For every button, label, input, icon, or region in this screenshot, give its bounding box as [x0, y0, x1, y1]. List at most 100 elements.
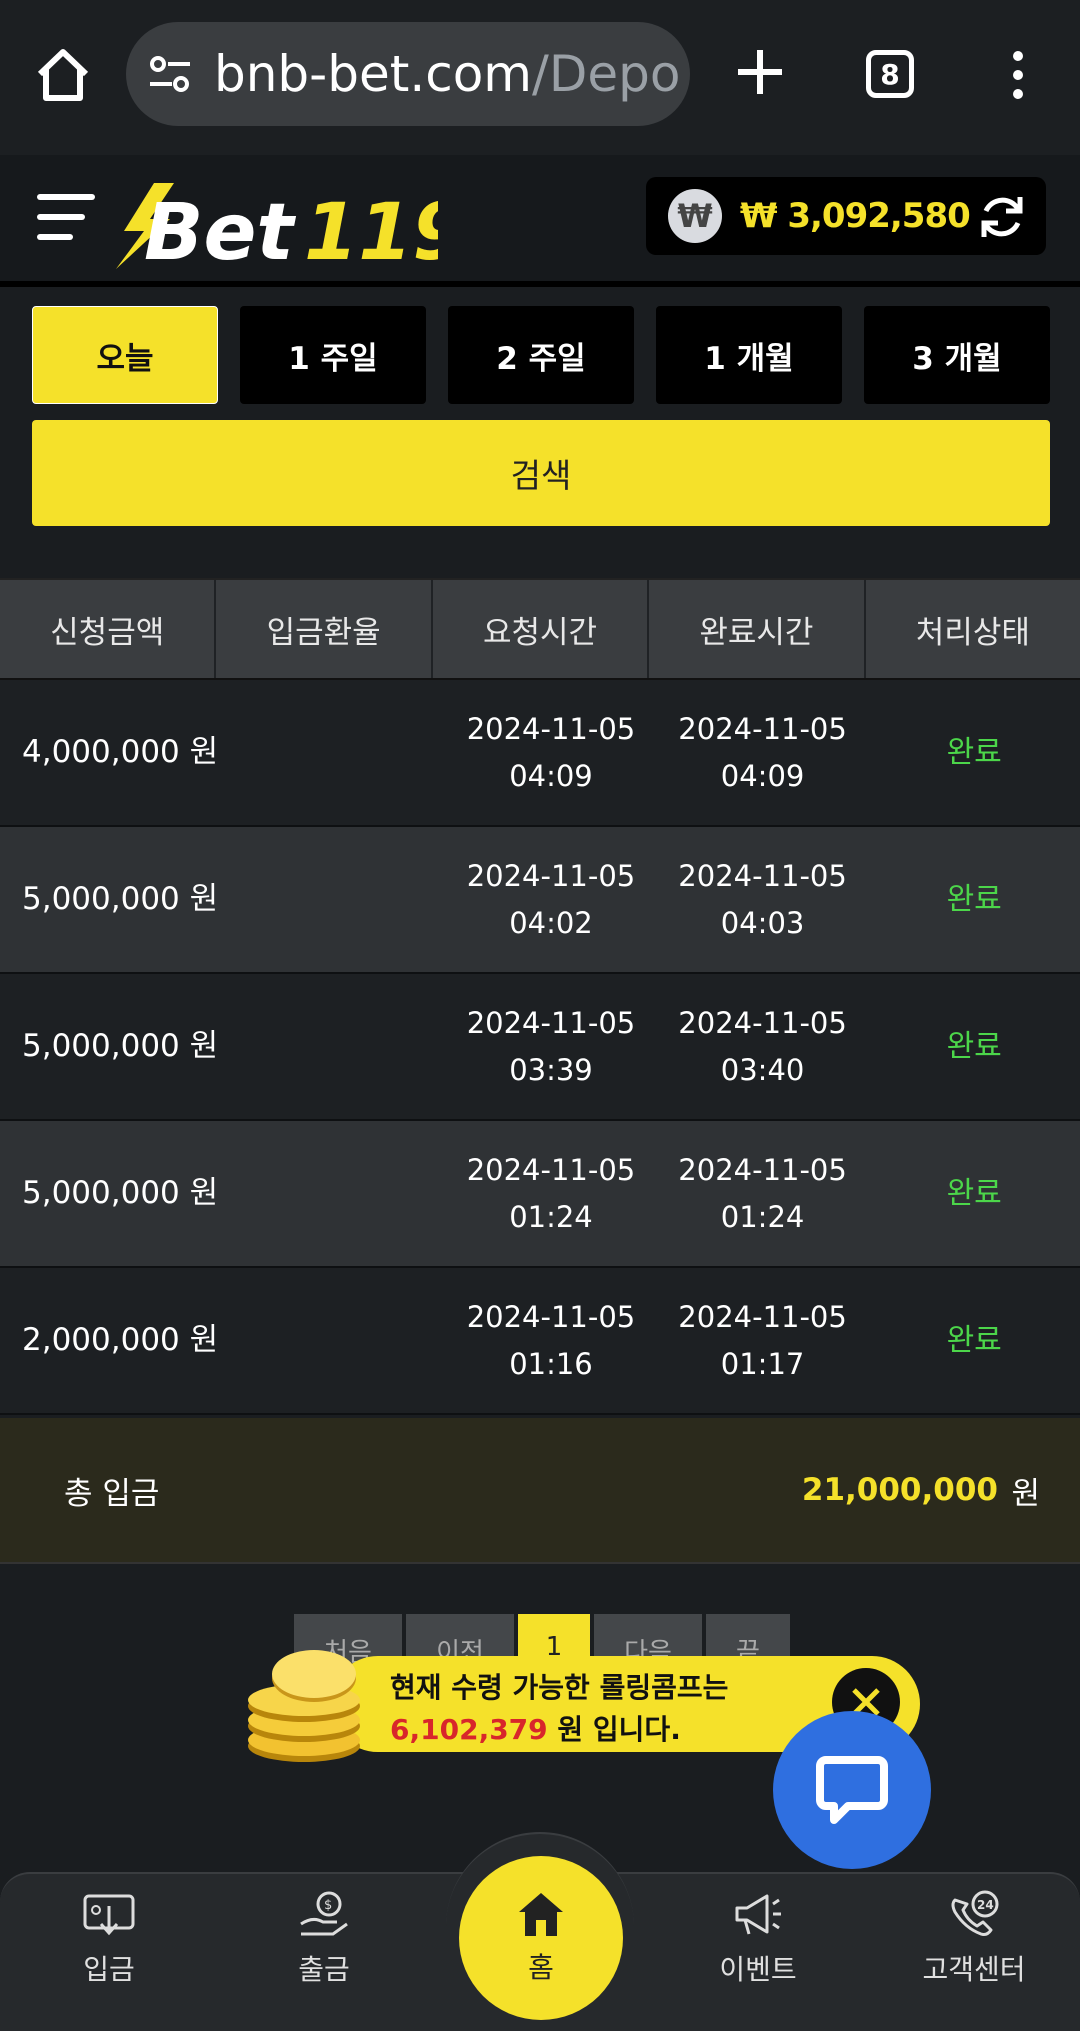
nav-withdraw-label: 출금: [298, 1953, 350, 1986]
hamburger-menu-icon[interactable]: [36, 189, 96, 245]
support-badge: 24: [977, 1898, 994, 1912]
notice-line-2: 6,102,379 원 입니다.: [390, 1708, 681, 1748]
table-row: 4,000,000 원 2024-11-05 04:09 2024-11-05 04…: [0, 680, 1080, 827]
complete-clock: 01:24: [720, 1199, 805, 1234]
withdraw-icon: $: [300, 1891, 348, 1936]
address-bar[interactable]: bnb-bet.com/Depo: [126, 22, 690, 126]
site-header: Bet 119 ₩ ₩ 3,092,580: [0, 155, 1080, 287]
new-tab-icon[interactable]: [734, 46, 786, 98]
request-date: 2024-11-05: [466, 1299, 636, 1334]
home-icon[interactable]: [34, 46, 92, 104]
nav-support-label: 고객센터: [922, 1953, 1026, 1986]
table-header: 신청금액 입금환율 요청시간 완료시간 처리상태: [0, 578, 1080, 680]
megaphone-icon: [735, 1894, 781, 1935]
table-row: 5,000,000 원 2024-11-05 01:24 2024-11-05 01…: [0, 1121, 1080, 1268]
complete-date: 2024-11-05: [678, 711, 847, 746]
request-time-cell: 2024-11-05 01:16: [445, 1268, 657, 1413]
live-chat-button[interactable]: [773, 1711, 931, 1869]
rate-cell: [234, 827, 446, 972]
home-icon: [519, 1893, 563, 1936]
more-options-icon[interactable]: [1005, 50, 1031, 100]
notice-amount: 6,102,379: [390, 1713, 548, 1746]
won-coin-icon: ₩: [668, 189, 722, 243]
request-time-cell: 2024-11-05 04:09: [445, 680, 657, 825]
complete-time-cell: 2024-11-05 01:24: [657, 1121, 869, 1266]
total-unit: 원: [1011, 1475, 1040, 1512]
period-tab-2-weeks[interactable]: 2 주일: [448, 306, 634, 404]
period-tab-today[interactable]: 오늘: [32, 306, 218, 404]
tab-switcher-button[interactable]: 8: [866, 50, 914, 98]
request-date: 2024-11-05: [466, 711, 636, 746]
complete-date: 2024-11-05: [678, 1005, 847, 1040]
svg-text:$: $: [324, 1898, 332, 1913]
rate-cell: [234, 974, 446, 1119]
nav-home[interactable]: 홈: [459, 1856, 623, 2020]
request-clock: 03:39: [509, 1052, 593, 1087]
nav-home-label: 홈: [528, 1951, 554, 1984]
nav-event[interactable]: 이벤트: [683, 1890, 833, 1988]
complete-clock: 04:09: [720, 758, 805, 793]
complete-date: 2024-11-05: [678, 1299, 847, 1334]
total-value: 21,000,000: [801, 1472, 998, 1508]
complete-date: 2024-11-05: [678, 1152, 847, 1187]
nav-withdraw[interactable]: $ 출금: [249, 1890, 399, 1988]
complete-clock: 03:40: [720, 1052, 805, 1087]
amount-cell: 5,000,000 원: [22, 1028, 219, 1064]
browser-toolbar: bnb-bet.com/Depo 8: [0, 0, 1080, 155]
site-settings-icon[interactable]: [148, 52, 192, 96]
request-time-cell: 2024-11-05 04:02: [445, 827, 657, 972]
request-time-cell: 2024-11-05 03:39: [445, 974, 657, 1119]
refresh-icon[interactable]: [976, 191, 1028, 243]
rate-cell: [234, 1121, 446, 1266]
svg-text:119: 119: [304, 188, 438, 278]
amount-cell: 2,000,000 원: [22, 1322, 219, 1358]
table-row: 5,000,000 원 2024-11-05 03:39 2024-11-05 03…: [0, 974, 1080, 1121]
request-clock: 01:24: [509, 1199, 593, 1234]
svg-text:Bet: Bet: [144, 188, 296, 278]
request-date: 2024-11-05: [466, 1152, 636, 1187]
table-row: 2,000,000 원 2024-11-05 01:16 2024-11-05 01…: [0, 1268, 1080, 1415]
support-24-icon: 24: [951, 1890, 999, 1936]
table-row: 5,000,000 원 2024-11-05 04:02 2024-11-05 04…: [0, 827, 1080, 974]
complete-time-cell: 2024-11-05 03:40: [657, 974, 869, 1119]
status-cell: 완료: [946, 1176, 1002, 1211]
site-logo[interactable]: Bet 119: [108, 169, 438, 279]
nav-support[interactable]: 24 고객센터: [899, 1890, 1049, 1988]
url-domain: bnb-bet.com: [214, 45, 532, 103]
search-button[interactable]: 검색: [32, 420, 1050, 526]
period-tab-3-months[interactable]: 3 개월: [864, 306, 1050, 404]
rate-cell: [234, 680, 446, 825]
column-header-request-time: 요청시간: [433, 580, 650, 678]
chat-bubble-icon: [816, 1756, 888, 1824]
request-clock: 01:16: [509, 1346, 593, 1381]
column-header-status: 처리상태: [915, 614, 1030, 651]
nav-event-label: 이벤트: [719, 1953, 797, 1986]
notice-line-1: 현재 수령 가능한 롤링콤프는: [390, 1671, 729, 1704]
gold-coins-icon: [248, 1650, 360, 1762]
rate-cell: [234, 1268, 446, 1413]
notice-suffix: 원 입니다.: [547, 1713, 681, 1746]
status-cell: 완료: [946, 735, 1002, 770]
request-time-cell: 2024-11-05 01:24: [445, 1121, 657, 1266]
complete-clock: 04:03: [720, 905, 805, 940]
column-header-rate: 입금환율: [216, 580, 433, 678]
nav-deposit[interactable]: 입금: [34, 1890, 184, 1988]
status-cell: 완료: [946, 1323, 1002, 1358]
complete-time-cell: 2024-11-05 04:03: [657, 827, 869, 972]
amount-cell: 5,000,000 원: [22, 881, 219, 917]
complete-time-cell: 2024-11-05 04:09: [657, 680, 869, 825]
period-tab-1-month[interactable]: 1 개월: [656, 306, 842, 404]
request-clock: 04:02: [509, 905, 593, 940]
amount-cell: 4,000,000 원: [22, 734, 219, 770]
total-deposit-row: 총 입금 21,000,000 원: [0, 1418, 1080, 1564]
amount-cell: 5,000,000 원: [22, 1175, 219, 1211]
balance-display: ₩ ₩ 3,092,580: [646, 177, 1046, 255]
status-cell: 완료: [946, 882, 1002, 917]
balance-amount: ₩ 3,092,580: [740, 196, 971, 236]
period-tab-1-week[interactable]: 1 주일: [240, 306, 426, 404]
column-header-amount: 신청금액: [0, 580, 217, 678]
request-clock: 04:09: [509, 758, 593, 793]
status-cell: 완료: [946, 1029, 1002, 1064]
column-header-complete-time: 완료시간: [649, 580, 866, 678]
complete-date: 2024-11-05: [678, 858, 847, 893]
